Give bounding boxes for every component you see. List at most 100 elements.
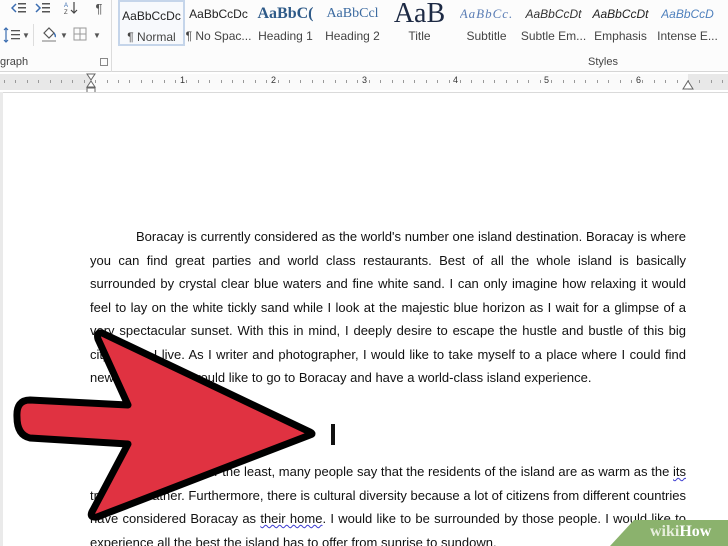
watermark-how: How <box>679 523 712 540</box>
style-subtitle[interactable]: AaBbCc. Subtitle <box>453 0 520 46</box>
shading-dropdown[interactable]: ▼ <box>60 31 68 40</box>
ruler-number: 3 <box>362 75 368 85</box>
ruler-tick <box>209 80 210 83</box>
style-sample: AaBbCcDc <box>122 9 181 23</box>
ruler-tick <box>232 80 233 83</box>
horizontal-ruler[interactable]: 1 2 3 4 5 6 <box>0 74 728 90</box>
styles-gallery: AaBbCcDc ¶ Normal AaBbCcDc ¶ No Spac... … <box>118 0 728 48</box>
decrease-indent-icon[interactable] <box>10 0 28 16</box>
pilcrow-icon[interactable]: ¶ <box>92 0 106 16</box>
line-spacing-dropdown[interactable]: ▼ <box>22 31 30 40</box>
style-subtle-emphasis[interactable]: AaBbCcDt Subtle Em... <box>520 0 587 46</box>
ruler-tick <box>654 80 655 83</box>
style-sample: AaBbCcDt <box>525 7 582 21</box>
ruler-tick <box>597 80 598 83</box>
paragraph-group: AZ ¶ ▼ ▼ ▼ graph <box>0 0 112 72</box>
line-spacing-icon[interactable] <box>2 26 22 44</box>
ruler-tick <box>27 80 28 83</box>
style-name: Title <box>408 29 431 43</box>
styles-group-label: Styles <box>588 56 618 68</box>
ruler-tick <box>129 80 130 83</box>
wikihow-watermark: wikiHow <box>610 520 728 546</box>
ruler-tick <box>198 80 199 83</box>
ruler-tick <box>323 80 324 83</box>
ruler-tick <box>665 80 666 83</box>
style-emphasis[interactable]: AaBbCcDt Emphasis <box>587 0 654 46</box>
style-sample: AaB <box>393 3 446 25</box>
style-name: Heading 1 <box>258 29 313 43</box>
ribbon: AZ ¶ ▼ ▼ ▼ graph AaBbCcDc ¶ Normal AaBbC… <box>0 0 728 72</box>
ruler-tick <box>4 80 5 83</box>
watermark-wiki: wiki <box>650 523 680 540</box>
ruler-tick <box>528 80 529 83</box>
ruler-tick <box>84 80 85 83</box>
ruler-tick <box>289 80 290 83</box>
style-sample: AaBbCcl <box>326 6 379 21</box>
style-sample: AaBbCcD <box>661 7 714 21</box>
watermark-text: wikiHow <box>650 523 711 541</box>
style-name: Intense E... <box>657 29 718 43</box>
ruler-tick <box>699 80 700 83</box>
style-heading-1[interactable]: AaBbC( Heading 1 <box>252 0 319 46</box>
ruler-tick <box>551 80 552 83</box>
borders-dropdown[interactable]: ▼ <box>93 31 101 40</box>
ruler-tick <box>152 80 153 83</box>
ruler-tick <box>72 80 73 83</box>
spelling-error-its[interactable]: its <box>673 464 686 479</box>
ruler-tick <box>369 80 370 83</box>
ruler-tick <box>403 80 404 83</box>
paint-bucket-icon[interactable] <box>40 25 58 43</box>
style-sample: AaBbC( <box>257 5 314 22</box>
ruler-tick <box>517 80 518 83</box>
increase-indent-icon[interactable] <box>34 0 52 16</box>
ruler-tick <box>312 80 313 83</box>
ruler-tick <box>141 80 142 83</box>
ruler-tick <box>631 80 632 83</box>
style-intense-emphasis[interactable]: AaBbCcD Intense E... <box>654 0 721 46</box>
word-window: AZ ¶ ▼ ▼ ▼ graph AaBbCcDc ¶ Normal AaBbC… <box>0 0 728 546</box>
ruler-tick <box>471 80 472 83</box>
ruler-tick <box>300 80 301 83</box>
style-sample: AaBbCc. <box>459 6 514 21</box>
ruler-tick <box>38 80 39 83</box>
svg-text:A: A <box>64 3 68 9</box>
ruler-tick <box>426 80 427 83</box>
ruler-number: 1 <box>180 75 186 85</box>
style-name: ¶ Normal <box>127 30 176 44</box>
ruler-tick <box>722 80 723 83</box>
ruler-tick <box>186 80 187 83</box>
ruler-tick <box>711 80 712 83</box>
ruler-tick <box>449 80 450 83</box>
dialog-launcher-icon[interactable] <box>100 58 108 66</box>
ruler-number: 4 <box>453 75 459 85</box>
sort-az-icon[interactable]: AZ <box>62 0 80 16</box>
ruler-tick <box>335 80 336 83</box>
borders-icon[interactable] <box>72 26 88 42</box>
ruler-tick <box>221 80 222 83</box>
style-title[interactable]: AaB Title <box>386 0 453 46</box>
right-indent-marker-icon[interactable] <box>682 80 694 90</box>
ruler-tick <box>642 80 643 83</box>
ruler-number: 5 <box>544 75 550 85</box>
style-name: Subtitle <box>466 29 507 43</box>
style-name: Subtle Em... <box>520 29 587 43</box>
paragraph-group-label: graph <box>0 56 29 68</box>
style-name: Heading 2 <box>325 29 380 43</box>
ruler-tick <box>494 80 495 83</box>
style-no-spacing[interactable]: AaBbCcDc ¶ No Spac... <box>185 0 252 46</box>
ruler-tick <box>118 80 119 83</box>
style-heading-2[interactable]: AaBbCcl Heading 2 <box>319 0 386 46</box>
ruler-tick <box>175 80 176 83</box>
ruler-tick <box>107 80 108 83</box>
ruler-tick <box>483 80 484 83</box>
ruler-tick <box>574 80 575 83</box>
ruler-tick <box>50 80 51 83</box>
style-normal[interactable]: AaBbCcDc ¶ Normal <box>118 0 185 46</box>
ruler-tick <box>243 80 244 83</box>
ruler-tick <box>608 80 609 83</box>
ruler-tick <box>266 80 267 83</box>
ruler-tick <box>392 80 393 83</box>
style-name: Emphasis <box>594 29 647 43</box>
ruler-tick <box>677 80 678 83</box>
style-name: ¶ No Spac... <box>185 29 252 43</box>
